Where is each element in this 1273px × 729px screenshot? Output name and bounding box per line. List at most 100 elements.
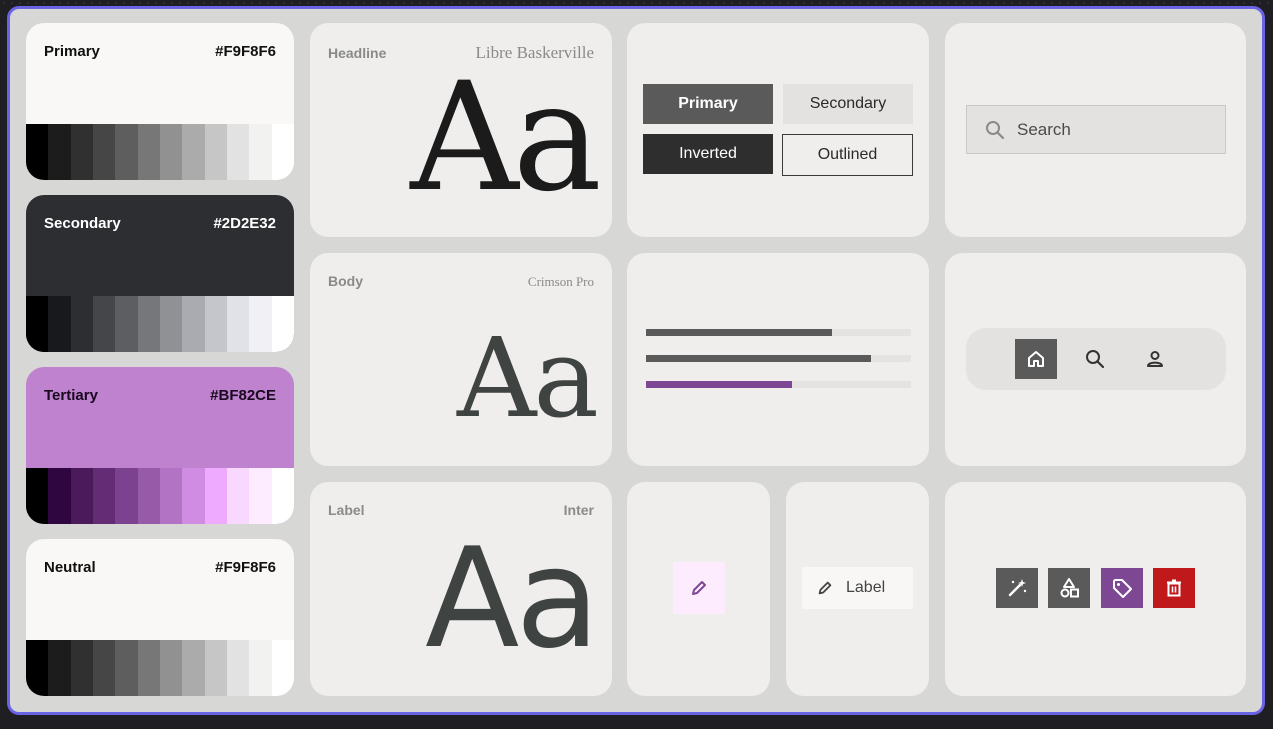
palette-steps bbox=[26, 468, 294, 524]
progress-bar bbox=[646, 329, 911, 336]
primary-button[interactable]: Primary bbox=[643, 84, 773, 124]
pencil-icon bbox=[816, 579, 834, 597]
palette-step bbox=[48, 640, 71, 696]
palette-step bbox=[226, 296, 250, 352]
palette-step bbox=[26, 296, 49, 352]
shapes-button[interactable] bbox=[1048, 568, 1090, 608]
type-role: Label bbox=[328, 502, 365, 518]
person-icon bbox=[1145, 349, 1165, 369]
type-sample: Aa bbox=[410, 51, 602, 225]
navigation-bar bbox=[966, 328, 1226, 390]
fab-card bbox=[627, 482, 770, 696]
tag-icon bbox=[1111, 577, 1133, 599]
palette-name: Tertiary bbox=[44, 387, 98, 404]
nav-profile-button[interactable] bbox=[1134, 339, 1176, 379]
home-icon bbox=[1026, 349, 1046, 369]
palette-step bbox=[48, 296, 71, 352]
palette-step bbox=[182, 296, 205, 352]
progress-card bbox=[627, 253, 929, 466]
palette-hex: #F9F8F6 bbox=[215, 43, 276, 60]
palette-step bbox=[249, 640, 272, 696]
label-chip[interactable]: Label bbox=[802, 567, 913, 609]
edit-fab[interactable] bbox=[673, 562, 725, 614]
type-font: Inter bbox=[563, 502, 594, 518]
type-card-label: Label Inter Aa bbox=[310, 482, 612, 696]
palette-step bbox=[182, 124, 205, 180]
palette-step bbox=[226, 468, 250, 524]
palette-step bbox=[271, 124, 294, 180]
pencil-icon bbox=[689, 578, 709, 598]
palette-step bbox=[115, 296, 138, 352]
palette-step bbox=[92, 296, 116, 352]
palette-steps bbox=[26, 124, 294, 180]
palette-step bbox=[115, 124, 138, 180]
palette-hex: #BF82CE bbox=[210, 387, 276, 404]
icon-buttons-card bbox=[945, 482, 1246, 696]
nav-home-button[interactable] bbox=[1015, 339, 1057, 379]
palette-neutral: Neutral #F9F8F6 bbox=[26, 539, 294, 696]
palette-step bbox=[249, 124, 272, 180]
palette-step bbox=[26, 468, 49, 524]
type-card-headline: Headline Libre Baskerville Aa bbox=[310, 23, 612, 237]
type-role: Body bbox=[328, 273, 363, 289]
palette-name: Secondary bbox=[44, 215, 121, 232]
inverted-button[interactable]: Inverted bbox=[643, 134, 773, 174]
tag-button[interactable] bbox=[1101, 568, 1143, 608]
search-placeholder: Search bbox=[1017, 119, 1071, 139]
buttons-card: Primary Secondary Inverted Outlined bbox=[627, 23, 929, 237]
palette-step bbox=[226, 640, 250, 696]
palette-step bbox=[204, 468, 227, 524]
magic-button[interactable] bbox=[996, 568, 1038, 608]
delete-button[interactable] bbox=[1153, 568, 1195, 608]
palette-step bbox=[271, 640, 294, 696]
palette-step bbox=[137, 296, 160, 352]
palette-step bbox=[115, 468, 138, 524]
palette-steps bbox=[26, 296, 294, 352]
palette-step bbox=[159, 640, 183, 696]
palette-secondary: Secondary #2D2E32 bbox=[26, 195, 294, 352]
search-card: Search bbox=[945, 23, 1246, 237]
palette-step bbox=[226, 124, 250, 180]
palette-step bbox=[70, 124, 93, 180]
palette-step bbox=[92, 468, 116, 524]
palette-tertiary: Tertiary #BF82CE bbox=[26, 367, 294, 524]
chip-label: Label bbox=[846, 579, 886, 596]
palette-step bbox=[249, 296, 272, 352]
palette-step bbox=[137, 640, 160, 696]
design-system-frame: Primary #F9F8F6 Secondary #2D2E32 Tertia… bbox=[7, 6, 1265, 715]
palette-step bbox=[271, 296, 294, 352]
type-card-body: Body Crimson Pro Aa bbox=[310, 253, 612, 466]
type-role: Headline bbox=[328, 45, 387, 61]
shapes-icon bbox=[1058, 577, 1080, 599]
search-field[interactable]: Search bbox=[966, 105, 1226, 154]
progress-bar bbox=[646, 355, 911, 362]
palette-step bbox=[159, 468, 183, 524]
palette-step bbox=[115, 640, 138, 696]
outlined-button[interactable]: Outlined bbox=[782, 134, 913, 176]
secondary-button[interactable]: Secondary bbox=[783, 84, 913, 124]
nav-card bbox=[945, 253, 1246, 466]
palette-step bbox=[92, 640, 116, 696]
palette-step bbox=[137, 468, 160, 524]
palette-step bbox=[70, 640, 93, 696]
palette-name: Primary bbox=[44, 43, 100, 60]
palette-step bbox=[48, 468, 71, 524]
progress-fill bbox=[646, 329, 832, 336]
type-sample: Aa bbox=[456, 314, 599, 442]
palette-step bbox=[137, 124, 160, 180]
palette-step bbox=[182, 640, 205, 696]
palette-step bbox=[249, 468, 272, 524]
palette-step bbox=[26, 640, 49, 696]
type-font: Crimson Pro bbox=[527, 274, 594, 289]
palette-step bbox=[204, 640, 227, 696]
progress-bar bbox=[646, 381, 911, 388]
palette-step bbox=[26, 124, 49, 180]
delete-icon bbox=[1164, 578, 1184, 598]
palette-steps bbox=[26, 640, 294, 696]
chip-card: Label bbox=[786, 482, 929, 696]
palette-hex: #2D2E32 bbox=[213, 215, 276, 232]
progress-fill bbox=[646, 355, 872, 362]
palette-step bbox=[70, 468, 93, 524]
nav-search-button[interactable] bbox=[1074, 339, 1116, 379]
palette-step bbox=[204, 124, 227, 180]
